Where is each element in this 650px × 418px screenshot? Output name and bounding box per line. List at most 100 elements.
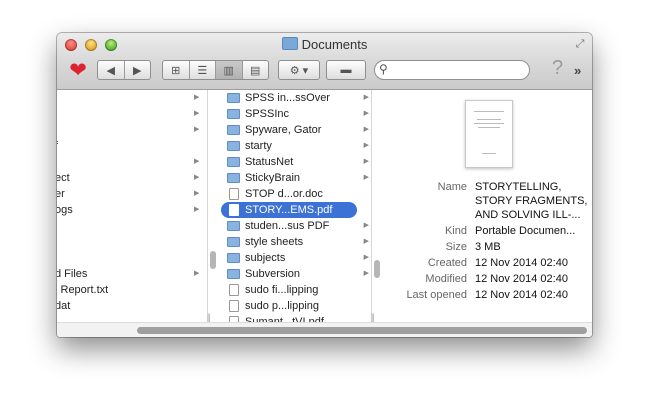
disclosure-arrow-icon: ▶ (363, 110, 369, 117)
search-field[interactable]: ⚲ (374, 60, 530, 80)
disclosure-arrow-icon: ▶ (194, 110, 200, 117)
item-label: f (57, 138, 58, 154)
item-label: Subversion (245, 268, 301, 280)
toolbar-overflow-button[interactable]: » (574, 63, 581, 78)
item-label: SPSS in...ssOver (245, 92, 330, 104)
folder-item[interactable]: Spyware, Gator ▶ (221, 122, 369, 138)
forward-button[interactable]: ▶ (125, 61, 151, 79)
heart-icon[interactable]: ❤ (67, 60, 89, 82)
horizontal-scroll-thumb[interactable] (137, 327, 587, 334)
search-input[interactable] (393, 62, 527, 79)
file-item[interactable]: STOP d...or.doc (221, 186, 369, 202)
list-icon: ☰ (197, 64, 208, 77)
item-label: STOP d...or.doc (245, 188, 323, 200)
meta-value: Portable Documen... (475, 225, 576, 237)
help-icon[interactable]: ? (552, 57, 563, 80)
list-item[interactable]: d Files ▶ (57, 266, 207, 282)
list-item[interactable]: dat (57, 298, 207, 314)
disclosure-arrow-icon: ▶ (363, 174, 369, 181)
disclosure-arrow-icon: ▶ (194, 94, 200, 101)
meta-label: Last opened (406, 289, 467, 301)
list-item[interactable]: l Report.txt (57, 282, 207, 298)
fullscreen-icon[interactable]: ⤢ (574, 38, 586, 50)
list-item[interactable]: ▶ (57, 154, 207, 170)
file-item[interactable]: STORY...EMS.pdf (221, 202, 357, 218)
disclosure-arrow-icon: ▶ (363, 126, 369, 133)
disclosure-arrow-icon: ▶ (363, 142, 369, 149)
folder-icon (227, 173, 240, 183)
list-item[interactable] (57, 234, 207, 250)
titlebar: Documents ⤢ ❤ ◀ ▶ ⊞ ☰ ▥ ▤ ⚙ ▾ ▬ ⚲ ? » (57, 33, 592, 90)
folder-item[interactable]: starty ▶ (221, 138, 369, 154)
horizontal-scrollbar[interactable] (57, 322, 592, 337)
folder-icon (227, 269, 240, 279)
preview-pane: Name STORYTELLING, STORY FRAGMENTS, AND SOL… (385, 90, 592, 323)
file-item[interactable]: sudo fi...lipping (221, 282, 369, 298)
column-resize-handle-2[interactable]: || (371, 312, 375, 322)
meta-value: 12 Nov 2014 02:40 (475, 289, 568, 301)
folder-icon (281, 37, 298, 50)
column-documents: SPSS in...ssOver ▶ SPSSInc ▶ Spyware, Gator ▶… (207, 90, 372, 323)
folder-item[interactable]: studen...sus PDF ▶ (221, 218, 369, 234)
meta-value: 12 Nov 2014 02:40 (475, 257, 568, 269)
disclosure-arrow-icon: ▶ (363, 238, 369, 245)
folder-item[interactable]: SPSS in...ssOver ▶ (221, 90, 369, 106)
item-label: l Report.txt (57, 284, 109, 296)
list-view-button[interactable]: ☰ (190, 61, 216, 79)
disclosure-arrow-icon: ▶ (194, 190, 200, 197)
meta-value: 12 Nov 2014 02:40 (475, 273, 568, 285)
folder-item[interactable]: subjects ▶ (221, 250, 369, 266)
list-item[interactable]: ▶ (57, 90, 207, 106)
item-label: ogs (57, 204, 73, 216)
meta-label: Name (437, 181, 467, 193)
icon-view-button[interactable]: ⊞ (163, 61, 190, 79)
item-label: Spyware, Gator (245, 124, 322, 136)
folder-item[interactable]: Subversion ▶ (221, 266, 369, 282)
list-item[interactable]: ▶ (57, 106, 207, 122)
meta-label: Created (427, 257, 467, 269)
disclosure-arrow-icon: ▶ (363, 222, 369, 229)
folder-item[interactable]: StickyBrain ▶ (221, 170, 369, 186)
view-switcher: ⊞ ☰ ▥ ▤ (162, 60, 269, 80)
list-item[interactable]: ▶ (57, 122, 207, 138)
list-item[interactable]: er ▶ (57, 186, 207, 202)
folder-item[interactable]: StatusNet ▶ (221, 154, 369, 170)
list-item[interactable]: ogs ▶ (57, 202, 207, 218)
back-button[interactable]: ◀ (98, 61, 125, 79)
action-menu-button[interactable]: ⚙ ▾ (278, 60, 320, 80)
folder-icon (227, 109, 240, 119)
browser-content: ▶▶▶f▶ect▶er▶ogs▶d Files▶l Report.txtdat … (57, 90, 592, 337)
list-item[interactable] (57, 250, 207, 266)
file-item[interactable]: sudo p...lipping (221, 298, 369, 314)
folder-item[interactable]: SPSSInc ▶ (221, 106, 369, 122)
folder-icon (227, 253, 240, 263)
list-item[interactable] (57, 218, 207, 234)
item-label: dat (57, 300, 71, 312)
tags-button[interactable]: ▬ (326, 60, 366, 80)
disclosure-arrow-icon: ▶ (363, 254, 369, 261)
coverflow-view-button[interactable]: ▤ (243, 61, 269, 79)
item-label: subjects (245, 252, 286, 264)
columns-icon: ▥ (223, 64, 234, 77)
item-label: SPSSInc (245, 108, 290, 120)
item-label: studen...sus PDF (245, 220, 330, 232)
pdf-thumbnail (465, 100, 513, 168)
list-item[interactable]: f (57, 138, 207, 154)
document-icon (229, 284, 239, 296)
item-label: StickyBrain (245, 172, 301, 184)
meta-value: 3 MB (475, 241, 501, 253)
item-label: d Files (57, 268, 88, 280)
disclosure-arrow-icon: ▶ (194, 206, 200, 213)
folder-item[interactable]: style sheets ▶ (221, 234, 369, 250)
disclosure-arrow-icon: ▶ (363, 270, 369, 277)
disclosure-arrow-icon: ▶ (194, 158, 200, 165)
finder-window: Documents ⤢ ❤ ◀ ▶ ⊞ ☰ ▥ ▤ ⚙ ▾ ▬ ⚲ ? » ▶ ▶… (57, 33, 592, 337)
meta-value: AND SOLVING ILL-... (475, 209, 581, 221)
search-icon: ⚲ (379, 62, 388, 76)
item-label: StatusNet (245, 156, 294, 168)
folder-icon (227, 237, 240, 247)
document-icon (229, 188, 239, 200)
column-view-button[interactable]: ▥ (216, 61, 243, 79)
column2-scrollbar[interactable] (374, 260, 380, 278)
list-item[interactable]: ect ▶ (57, 170, 207, 186)
